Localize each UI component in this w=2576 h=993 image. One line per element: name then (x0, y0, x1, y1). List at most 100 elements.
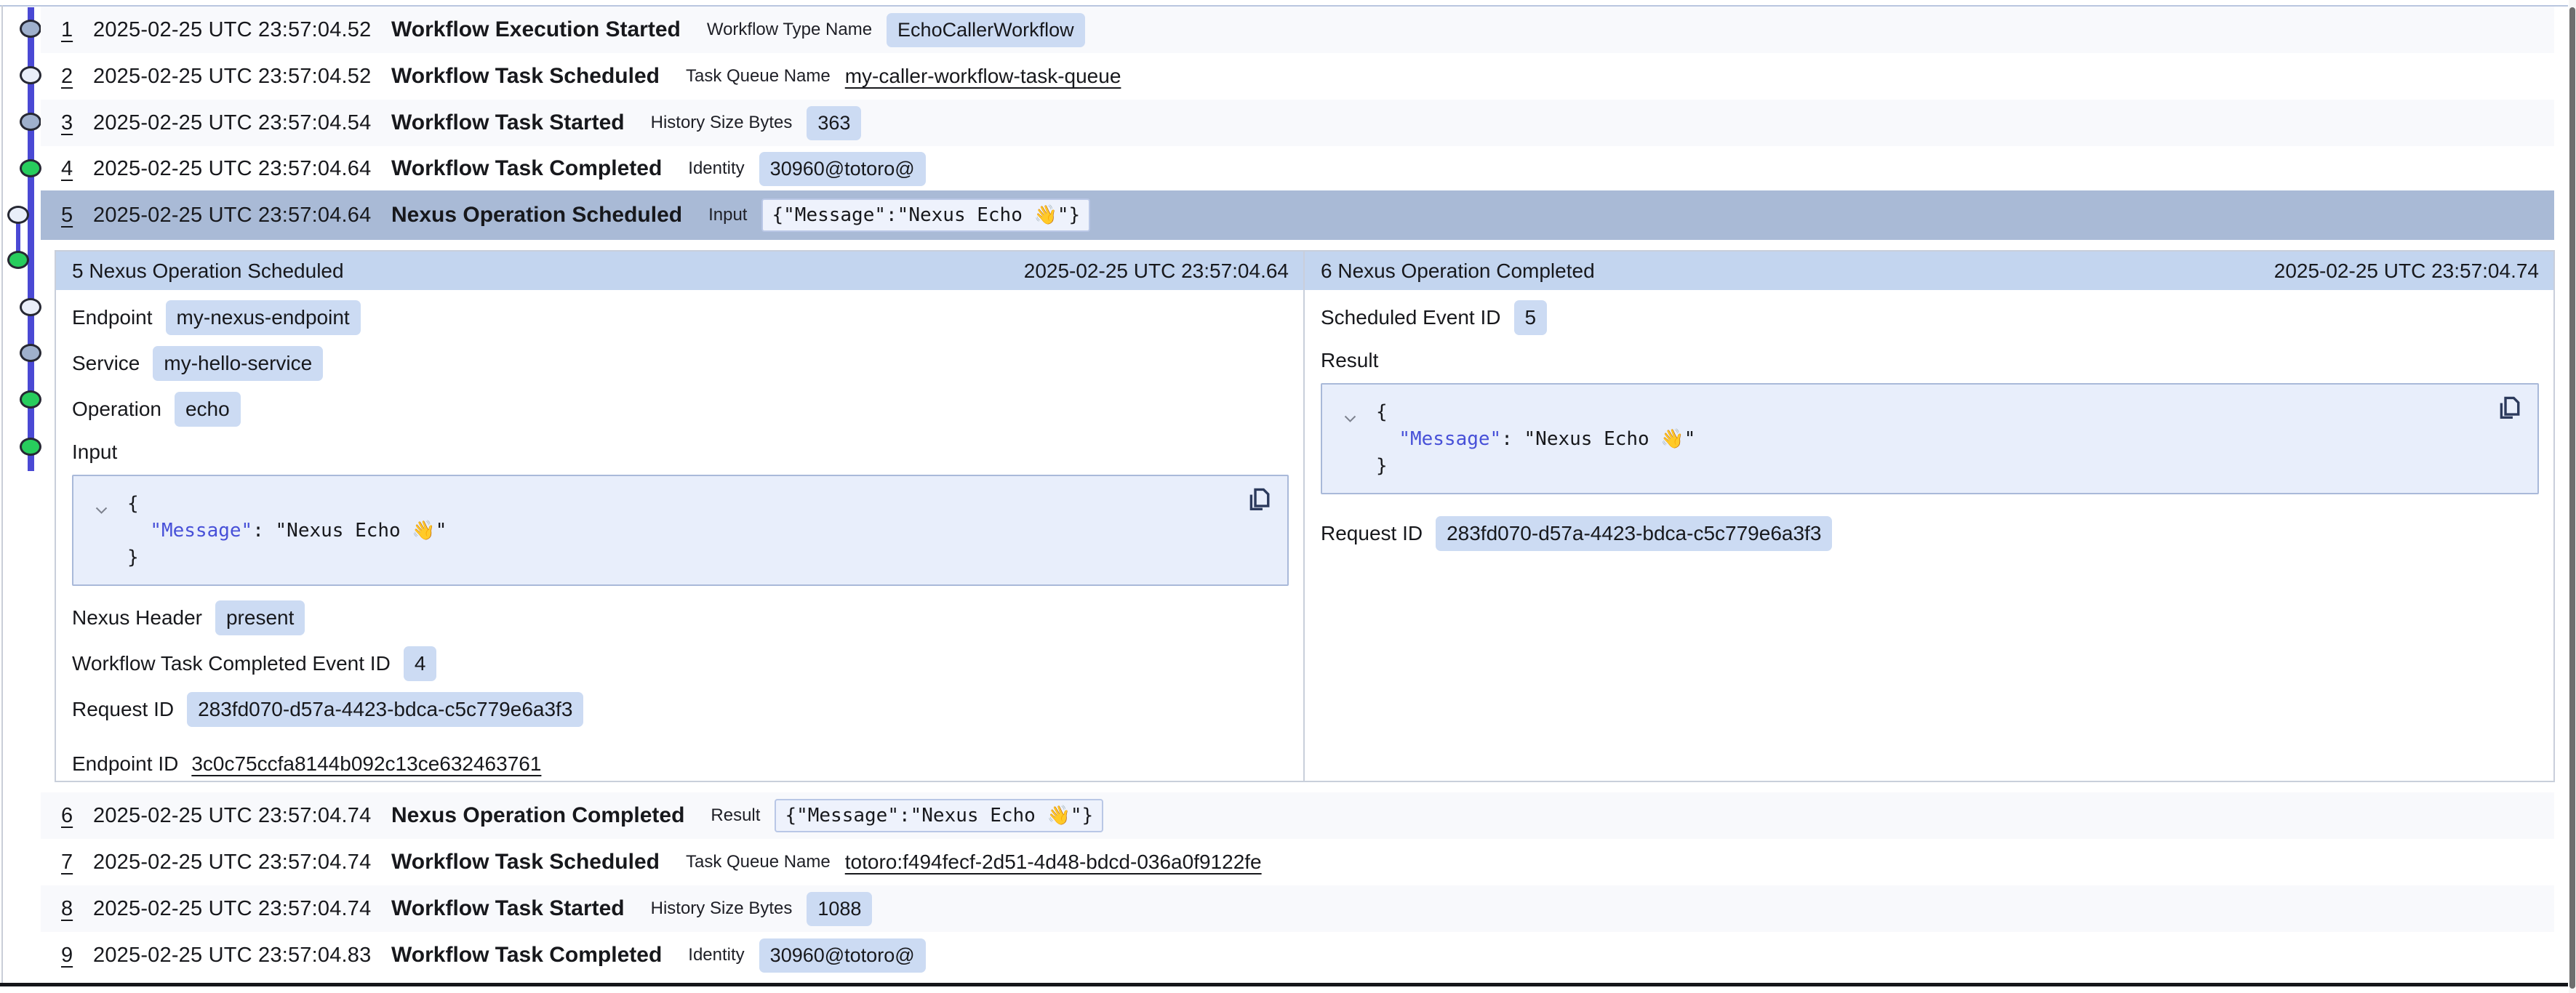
event-row-5-selected[interactable]: 5 2025-02-25 UTC 23:57:04.64 Nexus Opera… (41, 190, 2554, 240)
event-id-link[interactable]: 3 (61, 111, 86, 135)
copy-icon[interactable] (1247, 486, 1271, 518)
endpoint-id-link[interactable]: 3c0c75ccfa8144b092c13ce632463761 (191, 752, 541, 776)
workflow-history-view: 1 2025-02-25 UTC 23:57:04.52 Workflow Ex… (0, 0, 2576, 993)
event-attr-value-badge: 1088 (807, 892, 872, 926)
event-name: Workflow Execution Started (391, 17, 681, 42)
panel-timestamp: 2025-02-25 UTC 23:57:04.74 (2274, 260, 2539, 283)
event-attr-label: Identity (688, 158, 744, 179)
event-row-1[interactable]: 1 2025-02-25 UTC 23:57:04.52 Workflow Ex… (41, 7, 2554, 53)
panel-header: 5 Nexus Operation Scheduled 2025-02-25 U… (56, 252, 1303, 290)
event-attr-label: Workflow Type Name (707, 20, 872, 40)
event-attr-label: Identity (688, 945, 744, 965)
json-line: "Message": "Nexus Echo 👋" (73, 518, 1287, 544)
field-label: Endpoint (72, 306, 153, 329)
field-scheduled-event-id: Scheduled Event ID 5 (1305, 294, 2553, 340)
event-id-link[interactable]: 4 (61, 157, 86, 181)
field-value-badge: 4 (404, 646, 437, 681)
json-line: } (1322, 453, 2537, 480)
field-value-badge: 5 (1514, 300, 1548, 335)
panel-header: 6 Nexus Operation Completed 2025-02-25 U… (1305, 252, 2553, 290)
field-value-badge: my-nexus-endpoint (166, 300, 361, 335)
event-row-7[interactable]: 7 2025-02-25 UTC 23:57:04.74 Workflow Ta… (41, 839, 2554, 885)
collapse-caret-icon[interactable] (1344, 406, 1356, 428)
event-name: Workflow Task Started (391, 110, 625, 135)
field-label: Request ID (1321, 522, 1423, 545)
event-id-link[interactable]: 5 (61, 204, 86, 228)
event-name: Workflow Task Completed (391, 156, 662, 181)
event-row-9[interactable]: 9 2025-02-25 UTC 23:57:04.83 Workflow Ta… (41, 932, 2554, 978)
event-row-2[interactable]: 2 2025-02-25 UTC 23:57:04.52 Workflow Ta… (41, 53, 2554, 100)
timeline-event-dot (20, 344, 41, 362)
field-operation: Operation echo (56, 386, 1303, 432)
task-queue-link[interactable]: totoro:f494fecf-2d51-4d48-bdcd-036a0f912… (845, 851, 1262, 874)
event-id-link[interactable]: 7 (61, 851, 86, 875)
event-id-link[interactable]: 8 (61, 897, 86, 921)
panel-timestamp: 2025-02-25 UTC 23:57:04.64 (1024, 260, 1289, 283)
input-json-viewer: { "Message": "Nexus Echo 👋" } (72, 475, 1289, 586)
event-time: 2025-02-25 UTC 23:57:04.74 (93, 897, 384, 921)
field-endpoint-id: Endpoint ID 3c0c75ccfa8144b092c13ce63246… (56, 741, 1303, 787)
timeline-event-dot (20, 390, 41, 409)
result-json-viewer: { "Message": "Nexus Echo 👋" } (1321, 383, 2539, 494)
bottom-border (0, 983, 2568, 986)
field-input-label: Input (56, 432, 1303, 472)
field-value-badge: 283fd070-d57a-4423-bdca-c5c779e6a3f3 (187, 692, 583, 727)
timeline-event-dot (7, 251, 29, 269)
event-id-link[interactable]: 2 (61, 65, 86, 89)
event-attr-label: Task Queue Name (686, 66, 831, 87)
field-label: Operation (72, 398, 161, 421)
event-row-6[interactable]: 6 2025-02-25 UTC 23:57:04.74 Nexus Opera… (41, 792, 2554, 839)
event-attr-value-badge: EchoCallerWorkflow (887, 13, 1085, 47)
copy-icon[interactable] (2497, 395, 2521, 426)
field-label: Result (1321, 349, 1378, 372)
event-attr-value-badge: 30960@totoro@ (759, 938, 926, 973)
field-label: Service (72, 352, 140, 375)
event-id-link[interactable]: 1 (61, 18, 86, 42)
event-row-8[interactable]: 8 2025-02-25 UTC 23:57:04.74 Workflow Ta… (41, 885, 2554, 932)
timeline-event-dot (20, 113, 41, 131)
event-time: 2025-02-25 UTC 23:57:04.64 (93, 204, 384, 228)
json-line: "Message": "Nexus Echo 👋" (1322, 426, 2537, 453)
json-line: } (73, 544, 1287, 571)
field-label: Input (72, 441, 117, 464)
json-key: "Message" (150, 520, 252, 542)
timeline-event-dot (20, 438, 41, 456)
field-endpoint: Endpoint my-nexus-endpoint (56, 294, 1303, 340)
event-time: 2025-02-25 UTC 23:57:04.64 (93, 157, 384, 181)
field-request-id: Request ID 283fd070-d57a-4423-bdca-c5c77… (56, 686, 1303, 732)
event-attr-value-json: {"Message":"Nexus Echo 👋"} (775, 799, 1103, 832)
event-attr-value-json: {"Message":"Nexus Echo 👋"} (761, 198, 1090, 232)
field-nexus-header: Nexus Header present (56, 595, 1303, 640)
field-wtc-event-id: Workflow Task Completed Event ID 4 (56, 640, 1303, 686)
event-time: 2025-02-25 UTC 23:57:04.83 (93, 944, 384, 968)
event-attr-label: Result (711, 805, 760, 826)
task-queue-link[interactable]: my-caller-workflow-task-queue (845, 65, 1121, 88)
json-value: "Nexus Echo 👋" (276, 520, 447, 542)
event-name: Workflow Task Started (391, 896, 625, 921)
event-attr-label: Task Queue Name (686, 852, 831, 872)
json-line: { (1322, 399, 2537, 426)
event-id-link[interactable]: 6 (61, 804, 86, 828)
event-attr-label: History Size Bytes (651, 898, 793, 919)
event-row-3[interactable]: 3 2025-02-25 UTC 23:57:04.54 Workflow Ta… (41, 100, 2554, 146)
field-label: Scheduled Event ID (1321, 306, 1501, 329)
event-name: Nexus Operation Completed (391, 803, 684, 828)
field-value-badge: my-hello-service (153, 346, 323, 381)
timeline-event-dot (20, 159, 41, 177)
scrollbar-thumb[interactable] (2569, 7, 2575, 989)
event-time: 2025-02-25 UTC 23:57:04.52 (93, 65, 384, 89)
field-label: Nexus Header (72, 606, 202, 630)
event-name: Workflow Task Scheduled (391, 850, 660, 875)
event-name: Workflow Task Completed (391, 943, 662, 968)
timeline-event-dot (20, 20, 41, 38)
field-value-badge: 283fd070-d57a-4423-bdca-c5c779e6a3f3 (1436, 516, 1832, 551)
field-value-badge: present (215, 600, 305, 635)
panel-body: Endpoint my-nexus-endpoint Service my-he… (56, 290, 1303, 787)
timeline-event-dot (7, 206, 29, 224)
field-label: Workflow Task Completed Event ID (72, 652, 391, 675)
collapse-caret-icon[interactable] (95, 498, 108, 520)
event-id-link[interactable]: 9 (61, 944, 86, 968)
field-value-badge: echo (175, 392, 241, 427)
event-row-4[interactable]: 4 2025-02-25 UTC 23:57:04.64 Workflow Ta… (41, 145, 2554, 192)
event-time: 2025-02-25 UTC 23:57:04.54 (93, 111, 384, 135)
